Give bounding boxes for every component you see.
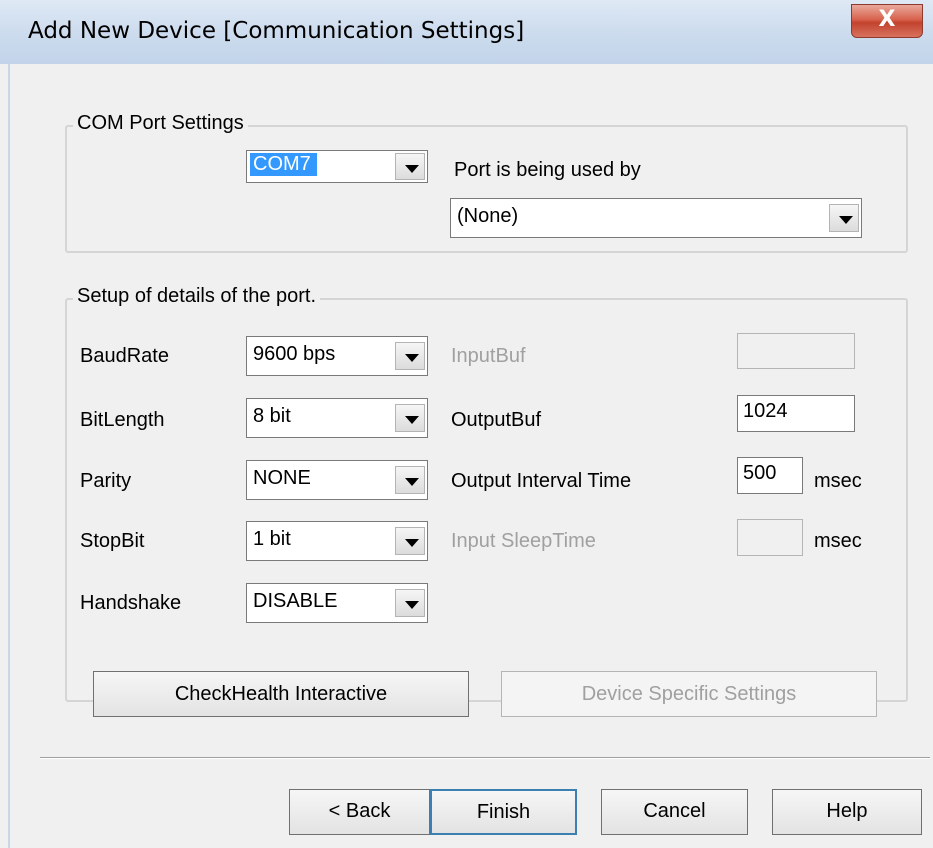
chevron-down-icon[interactable] [395,527,425,555]
output-interval-field[interactable]: 500 [737,457,803,494]
input-sleep-field[interactable] [737,519,803,556]
outputbuf-field[interactable]: 1024 [737,395,855,432]
handshake-value: DISABLE [253,590,338,612]
baudrate-select[interactable]: 9600 bps [246,336,428,376]
baudrate-value: 9600 bps [253,343,336,365]
output-interval-label: Output Interval Time [451,470,632,492]
port-used-by-label: Port is being used by [454,159,641,181]
bitlength-label: BitLength [80,409,165,431]
chevron-down-icon[interactable] [395,404,425,432]
stopbit-select[interactable]: 1 bit [246,521,428,561]
com-port-value: COM7 [250,153,317,176]
back-button-label: < Back [328,800,391,822]
bitlength-value: 8 bit [253,405,291,427]
window-title: Add New Device [Communication Settings] [28,18,525,44]
title-bar[interactable]: Add New Device [Communication Settings] … [0,0,933,64]
stopbit-label: StopBit [80,530,145,552]
device-specific-settings-label: Device Specific Settings [581,683,797,705]
com-port-group-label: COM Port Settings [73,112,248,135]
port-used-by-value: (None) [457,205,519,227]
inputbuf-field[interactable] [737,333,855,369]
handshake-label: Handshake [80,592,182,614]
device-specific-settings-button[interactable]: Device Specific Settings [501,671,877,717]
back-button[interactable]: < Back [289,789,430,835]
checkhealth-button[interactable]: CheckHealth Interactive [93,671,469,717]
output-interval-value: 500 [743,462,777,484]
com-port-select[interactable]: COM7 [246,150,428,183]
outputbuf-label: OutputBuf [451,409,542,431]
checkhealth-button-label: CheckHealth Interactive [174,683,388,705]
bitlength-select[interactable]: 8 bit [246,398,428,438]
cancel-button-label: Cancel [643,800,706,822]
stopbit-value: 1 bit [253,528,291,550]
help-button[interactable]: Help [772,789,922,835]
parity-label: Parity [80,470,132,492]
dialog-window: Add New Device [Communication Settings] … [0,0,933,848]
help-button-label: Help [826,800,868,822]
baudrate-label: BaudRate [80,345,169,367]
port-used-by-select[interactable]: (None) [450,198,862,238]
inputbuf-label: InputBuf [451,345,526,367]
outputbuf-value: 1024 [743,400,788,422]
finish-button[interactable]: Finish [430,789,577,835]
chevron-down-icon[interactable] [395,342,425,370]
chevron-down-icon[interactable] [395,466,425,494]
dialog-body: COM Port Settings COM7 Port is being use… [8,64,933,848]
output-interval-unit: msec [814,470,862,492]
parity-value: NONE [253,467,311,489]
input-sleep-unit: msec [814,530,862,552]
finish-button-label: Finish [476,801,531,823]
parity-select[interactable]: NONE [246,460,428,500]
separator [40,757,930,759]
port-details-group-label: Setup of details of the port. [73,285,321,308]
chevron-down-icon[interactable] [395,589,425,617]
handshake-select[interactable]: DISABLE [246,583,428,623]
input-sleep-label: Input SleepTime [451,530,596,552]
close-button[interactable]: X [851,4,923,38]
chevron-down-icon[interactable] [829,204,859,232]
chevron-down-icon[interactable] [395,153,425,180]
cancel-button[interactable]: Cancel [601,789,748,835]
